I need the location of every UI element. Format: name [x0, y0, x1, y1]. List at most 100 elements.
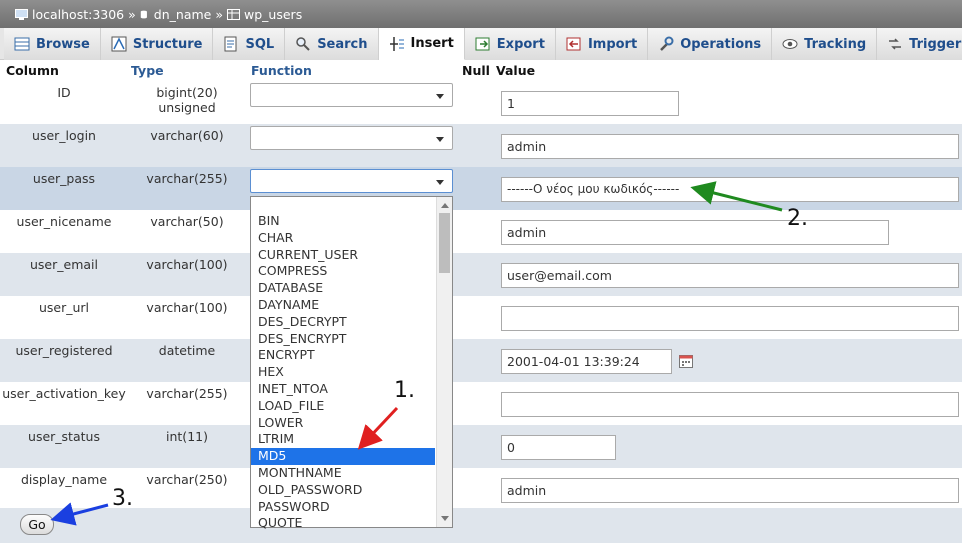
header-column: Column: [6, 63, 59, 78]
column-name: user_url: [38, 300, 90, 315]
table-row: user_nicename varchar(50) admin: [0, 210, 962, 253]
function-dropdown-list[interactable]: BIN CHAR CURRENT_USER COMPRESS DATABASE DAYNA…: [250, 196, 453, 530]
column-type: varchar(250): [146, 472, 228, 487]
annotation-2: 2.: [787, 206, 808, 231]
header-null: Null: [462, 63, 490, 78]
tab-label: Triggers: [909, 36, 962, 52]
tab-sql[interactable]: SQL: [213, 28, 286, 60]
tab-label: Insert: [410, 36, 454, 51]
scroll-up-icon[interactable]: [441, 203, 449, 208]
column-name: user_activation_key: [2, 386, 126, 401]
table-icon: [227, 8, 241, 20]
tab-operations[interactable]: Operations: [648, 28, 773, 60]
function-option[interactable]: PASSWORD: [251, 499, 435, 516]
column-type: varchar(100): [146, 257, 228, 272]
function-option[interactable]: COMPRESS: [251, 263, 435, 280]
table-row: ID bigint(20) unsigned 1: [0, 81, 962, 124]
function-option[interactable]: LOWER: [251, 415, 435, 432]
browse-icon: [14, 37, 30, 51]
value-input[interactable]: [501, 306, 959, 331]
tab-export[interactable]: Export: [464, 28, 556, 60]
column-type: int(11): [166, 429, 208, 444]
function-option[interactable]: DATABASE: [251, 280, 435, 297]
function-option[interactable]: ENCRYPT: [251, 347, 435, 364]
function-option[interactable]: MONTHNAME: [251, 465, 435, 482]
column-type: varchar(50): [150, 214, 224, 229]
tab-label: Structure: [132, 36, 203, 52]
function-select-open[interactable]: [250, 169, 453, 193]
table-row: user_email varchar(100) user@email.com: [0, 253, 962, 296]
value-input[interactable]: 2001-04-01 13:39:24: [501, 349, 672, 374]
tab-insert[interactable]: Insert: [378, 28, 465, 60]
server-icon: [15, 8, 28, 20]
insert-icon: [389, 36, 404, 51]
function-option[interactable]: CHAR: [251, 230, 435, 247]
function-select[interactable]: [250, 126, 453, 150]
function-option[interactable]: DES_ENCRYPT: [251, 331, 435, 348]
tab-label: Export: [496, 36, 545, 52]
table-row: display_name varchar(250) admin: [0, 468, 962, 511]
column-type: varchar(255): [146, 386, 228, 401]
search-icon: [296, 37, 310, 51]
sql-icon: [224, 36, 237, 52]
scroll-down-icon[interactable]: [441, 516, 449, 521]
tab-triggers[interactable]: Triggers: [877, 28, 962, 60]
function-option[interactable]: DAYNAME: [251, 297, 435, 314]
triggers-icon: [889, 38, 902, 50]
column-name: user_login: [32, 128, 96, 143]
tab-tracking[interactable]: Tracking: [772, 28, 878, 60]
dropdown-scrollbar[interactable]: [436, 197, 452, 527]
value-input[interactable]: admin: [501, 220, 889, 245]
column-name: user_nicename: [16, 214, 112, 229]
operations-icon: [660, 36, 674, 51]
breadcrumb-separator: »: [128, 6, 136, 22]
tab-label: Operations: [680, 36, 762, 52]
table-row: user_registered datetime 2001-04-01 13:3…: [0, 339, 962, 382]
breadcrumb-database[interactable]: dn_name: [154, 7, 212, 22]
column-type: bigint(20) unsigned: [156, 85, 218, 115]
value-input[interactable]: 0: [501, 435, 616, 460]
tab-structure[interactable]: Structure: [100, 28, 214, 60]
database-icon: [140, 10, 147, 18]
breadcrumb-table[interactable]: wp_users: [244, 7, 302, 22]
function-option[interactable]: LTRIM: [251, 431, 435, 448]
value-input[interactable]: admin: [501, 134, 959, 159]
column-name: user_email: [30, 257, 98, 272]
breadcrumb: localhost:3306 » dn_name » wp_users: [0, 0, 962, 28]
function-option[interactable]: MD5: [251, 448, 435, 465]
function-select[interactable]: [250, 83, 453, 107]
function-option[interactable]: CURRENT_USER: [251, 247, 435, 264]
calendar-icon[interactable]: [679, 354, 693, 368]
value-input[interactable]: user@email.com: [501, 263, 959, 288]
function-options: BIN CHAR CURRENT_USER COMPRESS DATABASE DAYNA…: [251, 213, 435, 532]
scroll-thumb[interactable]: [439, 213, 450, 273]
annotation-3: 3.: [112, 486, 133, 511]
value-input[interactable]: admin: [501, 478, 959, 503]
tab-bar: Browse Structure SQL Search Insert Expor…: [0, 28, 962, 60]
header-type: Type: [131, 63, 164, 78]
tab-label: Import: [587, 36, 638, 52]
tab-label: Browse: [36, 36, 90, 52]
import-icon: [566, 37, 581, 51]
function-option[interactable]: QUOTE: [251, 515, 435, 532]
function-option[interactable]: OLD_PASSWORD: [251, 482, 435, 499]
column-type: datetime: [158, 343, 216, 358]
column-type: varchar(60): [150, 128, 224, 143]
function-option[interactable]: BIN: [251, 213, 435, 230]
value-input[interactable]: [501, 392, 959, 417]
go-button[interactable]: Go: [20, 514, 54, 535]
table-row: user_status int(11) 0: [0, 425, 962, 468]
tab-label: Tracking: [804, 36, 867, 52]
table-row: user_activation_key varchar(255): [0, 382, 962, 425]
table-header: Column Type Function Null Value: [0, 60, 962, 80]
breadcrumb-server[interactable]: localhost:3306: [32, 7, 124, 22]
password-value-input[interactable]: ------Ο νέος μου κωδικός------: [501, 177, 959, 202]
tab-search[interactable]: Search: [285, 28, 379, 60]
structure-icon: [111, 36, 127, 52]
function-option[interactable]: DES_DECRYPT: [251, 314, 435, 331]
tab-import[interactable]: Import: [555, 28, 649, 60]
annotation-1: 1.: [394, 378, 415, 403]
tab-browse[interactable]: Browse: [4, 28, 101, 60]
value-input[interactable]: 1: [501, 91, 679, 116]
header-function: Function: [251, 63, 312, 78]
